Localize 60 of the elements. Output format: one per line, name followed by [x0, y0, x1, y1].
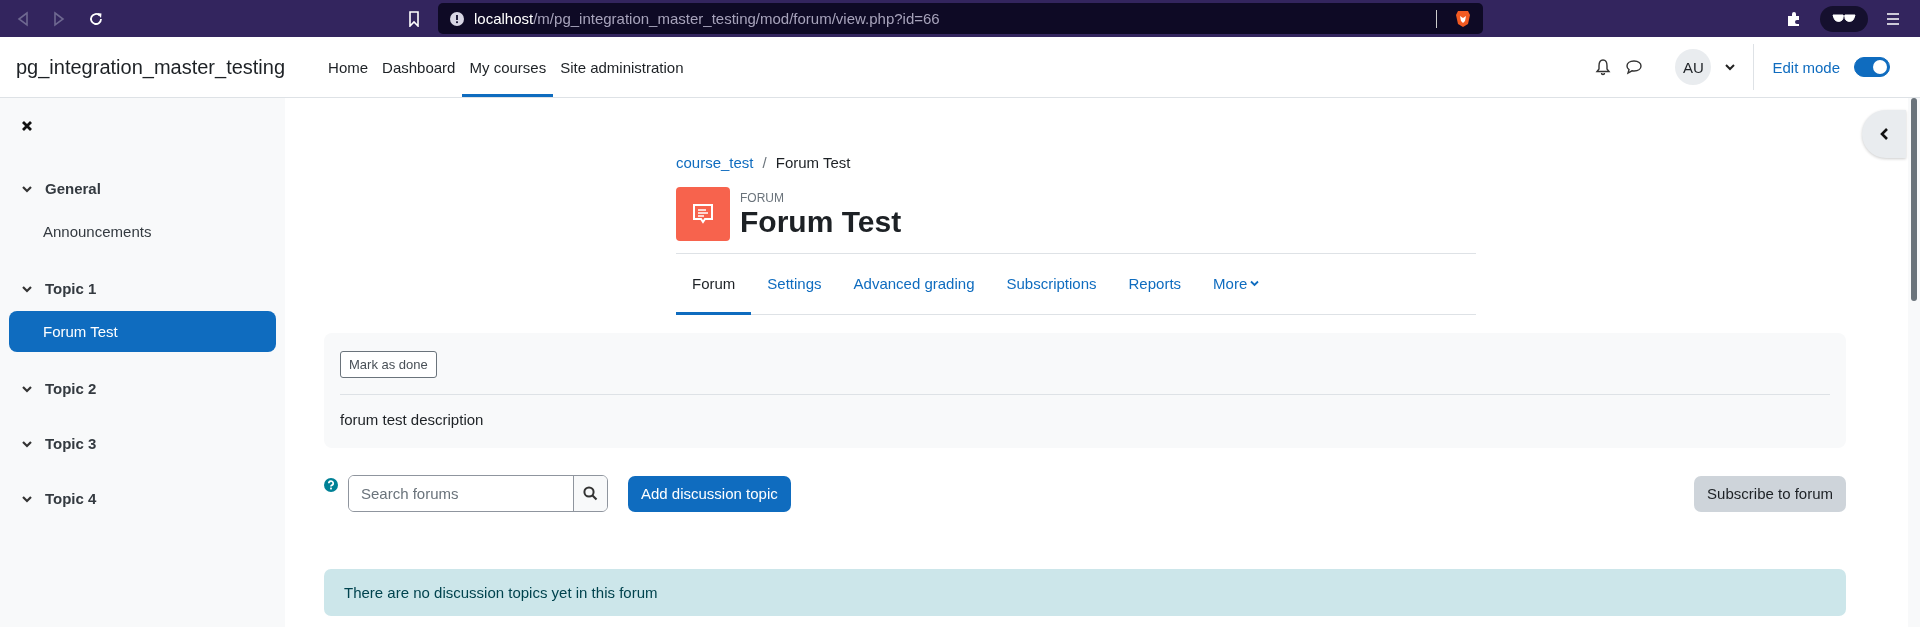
puzzle-icon[interactable]: [1786, 10, 1802, 27]
nav-tab[interactable]: Forum: [676, 254, 752, 315]
breadcrumb-link[interactable]: course_test: [676, 154, 754, 171]
nav-tab[interactable]: Advanced grading: [837, 254, 991, 315]
drawer-toggle-button[interactable]: [1862, 110, 1906, 158]
section-title[interactable]: General: [45, 180, 101, 197]
caret-icon: [1250, 279, 1260, 287]
chevron-icon[interactable]: [21, 438, 33, 449]
chat-bubble-icon[interactable]: [1625, 59, 1644, 75]
back-icon[interactable]: [16, 10, 30, 27]
nav-tab[interactable]: More: [1197, 254, 1276, 315]
nav-link[interactable]: Dashboard: [375, 37, 463, 97]
breadcrumb-separator: /: [762, 154, 767, 171]
close-icon[interactable]: [21, 120, 33, 132]
page-title: Forum Test: [740, 204, 902, 238]
info-alert: There are no discussion topics yet in this forum: [324, 569, 1846, 616]
edit-mode-label[interactable]: Edit mode: [1772, 58, 1840, 76]
chevron-icon[interactable]: [21, 283, 33, 294]
section-title[interactable]: Topic 3: [45, 435, 97, 452]
current-page-label: Forum Test: [775, 154, 851, 171]
forward-icon[interactable]: [52, 10, 66, 27]
section-title[interactable]: Topic 4: [45, 490, 97, 507]
reload-icon[interactable]: [88, 10, 104, 27]
edit-mode-toggle[interactable]: [1854, 57, 1890, 77]
activity-type-label: FORUM: [740, 190, 785, 205]
help-icon[interactable]: [324, 478, 338, 492]
nav-tab[interactable]: Subscriptions: [990, 254, 1113, 315]
chevron-icon[interactable]: [21, 383, 33, 394]
section-title[interactable]: Topic 2: [45, 380, 97, 397]
course-index-item[interactable]: Forum Test: [9, 311, 276, 352]
search-field[interactable]: Search forums: [348, 475, 608, 512]
search-button[interactable]: [573, 476, 607, 511]
site-name[interactable]: pg_integration_master_testing: [16, 55, 286, 79]
scrollbar[interactable]: [1908, 98, 1920, 627]
nav-link[interactable]: Home: [321, 37, 376, 97]
section-title[interactable]: Topic 1: [45, 280, 97, 297]
menu-icon[interactable]: [1886, 11, 1900, 26]
add-discussion-button[interactable]: Add discussion topic: [628, 475, 791, 512]
url-host: localhost: [474, 10, 534, 27]
chevron-icon[interactable]: [21, 183, 33, 194]
mark-as-done-button[interactable]: Mark as done: [340, 351, 437, 378]
forum-description: forum test description: [340, 411, 485, 428]
chevron-icon[interactable]: [21, 493, 33, 504]
user-avatar[interactable]: AU: [1675, 49, 1712, 85]
glasses-icon[interactable]: [1820, 5, 1868, 32]
address-bar[interactable]: localhost/m/pg_integration_master_testing/mod/forum/view.php?id=66: [438, 3, 1483, 34]
warning-icon: [450, 11, 464, 26]
nav-link[interactable]: My courses: [462, 37, 554, 97]
nav-link[interactable]: Site administration: [553, 37, 691, 97]
chevron-down-icon[interactable]: [1725, 63, 1736, 71]
search-icon: [583, 486, 598, 501]
nav-tab[interactable]: Settings: [751, 254, 838, 315]
nav-tab[interactable]: Reports: [1112, 254, 1198, 315]
bookmark-icon[interactable]: [408, 10, 420, 27]
course-index-item[interactable]: Announcements: [9, 211, 276, 252]
chevron-left-icon: [1879, 127, 1889, 141]
subscribe-button[interactable]: Subscribe to forum: [1694, 475, 1846, 512]
url-path: /m/pg_integration_master_testing/mod/forum/view.php?id=66: [533, 10, 940, 27]
forum-icon: [676, 187, 730, 241]
bell-icon[interactable]: [1595, 58, 1612, 76]
